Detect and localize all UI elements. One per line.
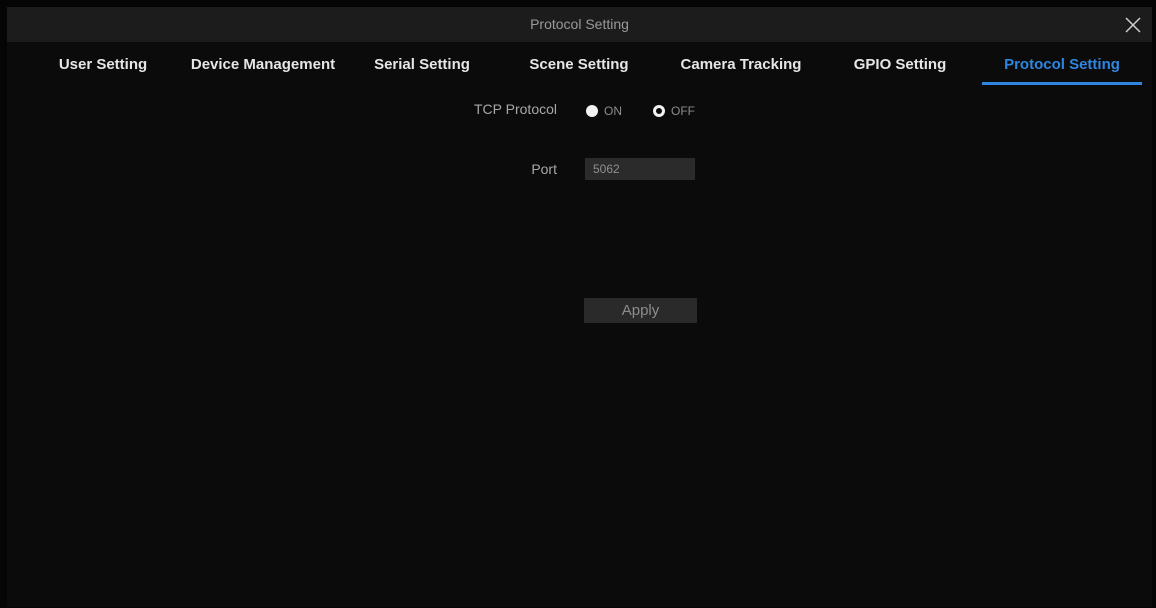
radio-on-label: ON bbox=[604, 104, 622, 118]
tcp-protocol-on-radio[interactable]: ON bbox=[586, 102, 636, 120]
title-bar: Protocol Setting bbox=[7, 7, 1152, 42]
screen-frame: Protocol Setting User Setting Device Man… bbox=[0, 0, 1156, 608]
tab-protocol-setting[interactable]: Protocol Setting bbox=[982, 48, 1142, 85]
radio-off-label: OFF bbox=[671, 104, 695, 118]
tcp-protocol-label: TCP Protocol bbox=[474, 101, 557, 117]
tab-bar: User Setting Device Management Serial Se… bbox=[7, 48, 1152, 86]
apply-button[interactable]: Apply bbox=[584, 298, 697, 323]
radio-unselected-icon bbox=[586, 105, 598, 117]
tab-gpio-setting[interactable]: GPIO Setting bbox=[845, 48, 955, 82]
tab-camera-tracking[interactable]: Camera Tracking bbox=[671, 48, 811, 82]
tab-device-management[interactable]: Device Management bbox=[183, 48, 343, 82]
port-input[interactable] bbox=[585, 158, 695, 180]
tab-serial-setting[interactable]: Serial Setting bbox=[367, 48, 477, 82]
tab-user-setting[interactable]: User Setting bbox=[51, 48, 155, 82]
radio-selected-icon bbox=[653, 105, 665, 117]
close-icon[interactable] bbox=[1122, 14, 1144, 36]
tcp-protocol-off-radio[interactable]: OFF bbox=[653, 102, 703, 120]
port-label: Port bbox=[531, 161, 557, 177]
window-title: Protocol Setting bbox=[530, 16, 629, 32]
tab-scene-setting[interactable]: Scene Setting bbox=[519, 48, 639, 82]
protocol-setting-dialog: Protocol Setting User Setting Device Man… bbox=[7, 7, 1152, 607]
